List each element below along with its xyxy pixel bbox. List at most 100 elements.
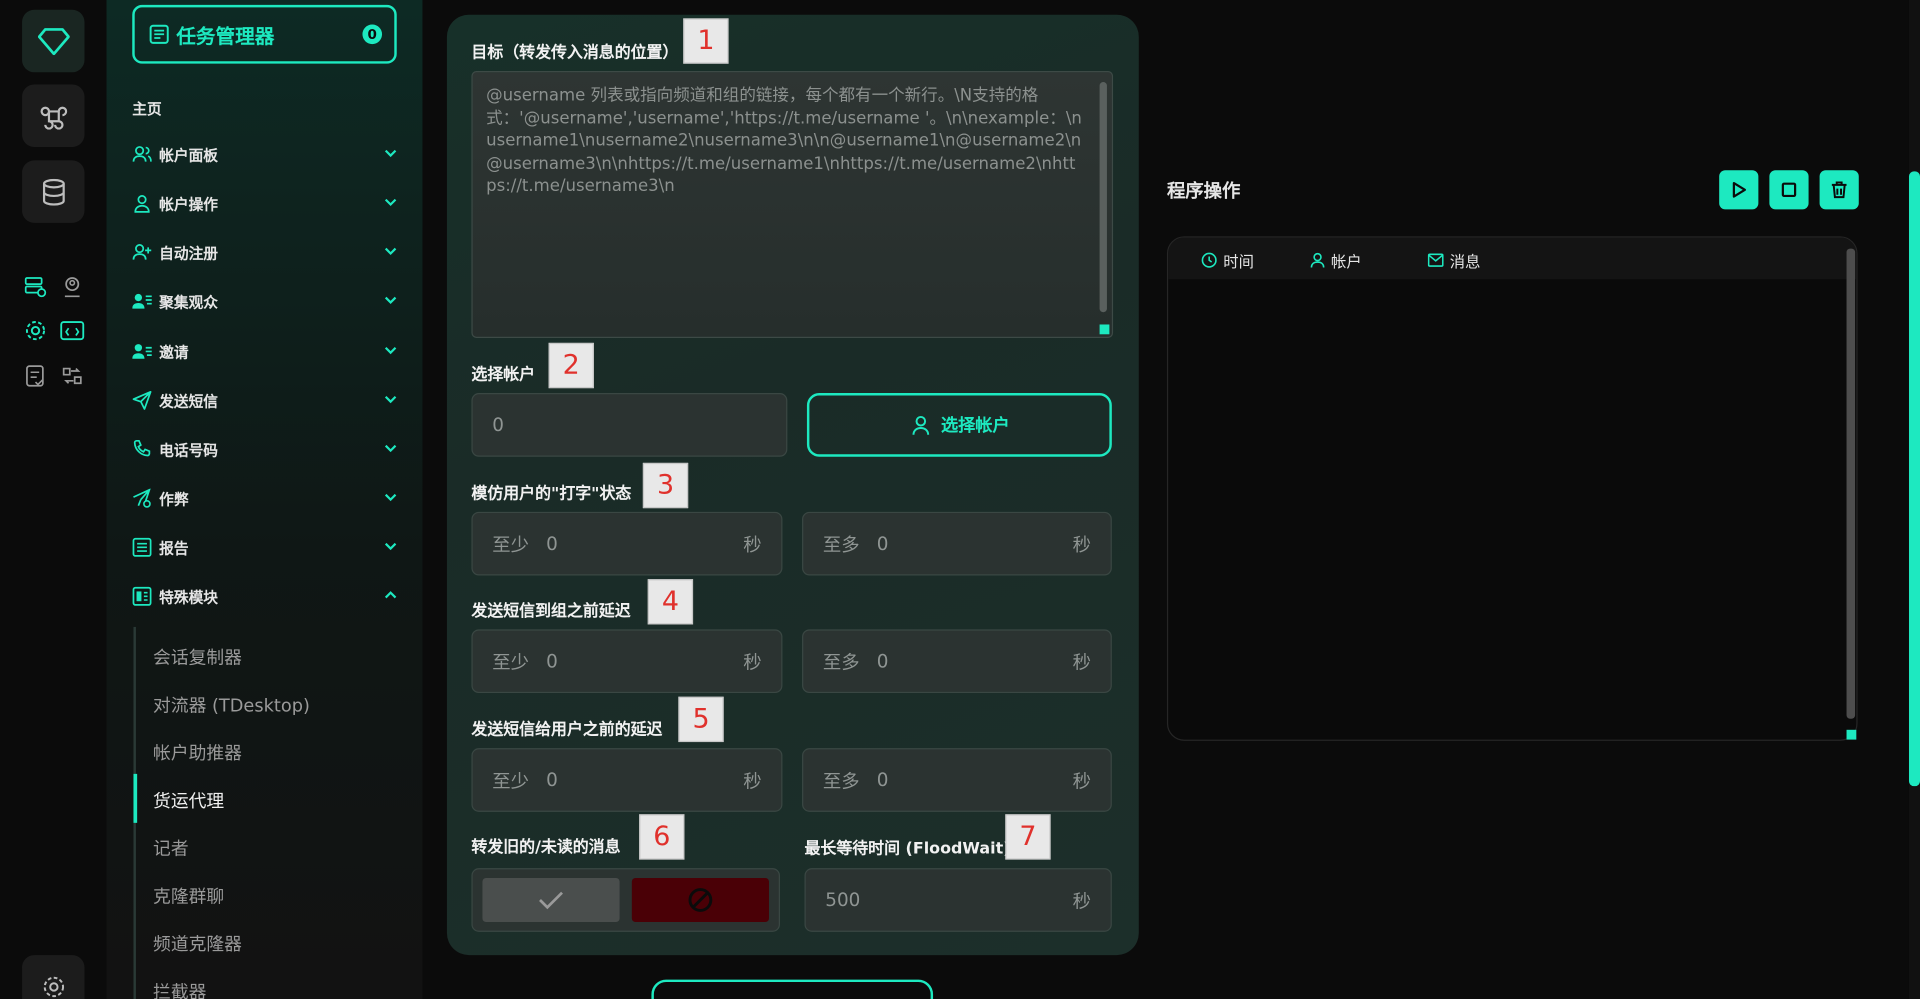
nav-label: 帐户操作 [159,195,218,213]
nav-item-report[interactable]: 报告 [132,533,399,562]
send-gear-icon [132,488,152,509]
start-button[interactable] [651,979,934,999]
accounts-count-input[interactable]: 0 [471,393,788,457]
nav-label: 聚集观众 [159,293,218,311]
user-pin-icon[interactable] [59,273,86,300]
annotation-badge-4: 4 [647,579,694,625]
flood-wait-input[interactable]: 500 秒 [804,868,1112,932]
chevron-down-icon [384,296,397,305]
forwarder-form-panel: 目标（转发传入消息的位置） 1 @username 列表或指向频道和组的链接，每… [446,14,1139,956]
textarea-resize-handle[interactable] [1099,324,1110,335]
max-value: 0 [876,768,889,792]
submenu-item-session-copier[interactable]: 会话复制器 [153,644,242,670]
unit-seconds: 秒 [1072,890,1092,913]
nav-item-cheat[interactable]: 作弊 [132,484,399,513]
nav-item-auto-register[interactable]: 自动注册 [132,238,399,267]
settings-gear-icon [43,976,64,997]
nav-label: 邀请 [159,343,189,361]
nav-home[interactable]: 主页 [132,98,161,119]
column-message[interactable]: 消息 [1427,249,1481,272]
mail-icon [1427,253,1444,267]
annotation-badge-2: 2 [548,342,594,389]
annotation-badge-7: 7 [1005,814,1051,860]
code-window-icon[interactable] [59,317,86,344]
submenu-item-interceptor[interactable]: 拦截器 [153,978,206,999]
clear-button[interactable] [1819,170,1859,210]
chevron-down-icon [384,247,397,256]
column-message-label: 消息 [1449,252,1481,271]
diamond-icon [37,27,70,55]
chevron-down-icon [384,198,397,207]
task-manager-button[interactable]: 任务管理器 0 [132,4,397,64]
play-icon [1732,181,1747,198]
accounts-label: 选择帐户 [471,366,536,385]
nav-item-invite[interactable]: 邀请 [132,337,399,366]
user-delay-max-input[interactable]: 至多 0 秒 [802,748,1112,812]
nav-label: 自动注册 [159,244,218,262]
log-resize-handle[interactable] [1846,729,1857,740]
users-list-icon [132,291,152,311]
trash-icon [1831,181,1847,199]
command-icon-button[interactable] [22,84,85,147]
flood-wait-label: 最长等待时间 (FloodWait) [804,840,1011,859]
diamond-icon-button[interactable] [22,9,85,73]
typing-max-input[interactable]: 至多 0 秒 [802,511,1112,576]
log-scrollbar[interactable] [1846,248,1856,719]
max-prefix: 至多 [822,533,860,556]
user-icon [911,415,929,435]
min-value: 0 [546,650,558,673]
sidebar: 任务管理器 0 主页 帐户面板 帐户操作 自动注册 聚集观众 邀请 发送短信 电… [106,0,423,999]
chevron-up-icon [384,591,397,599]
nav-item-phone-numbers[interactable]: 电话号码 [132,435,399,464]
stop-button[interactable] [1769,170,1809,210]
column-time[interactable]: 时间 [1201,249,1254,272]
max-prefix: 至多 [822,650,860,673]
task-manager-icon [149,24,169,44]
select-accounts-button[interactable]: 选择帐户 [806,393,1112,457]
toggle-yes-button[interactable] [482,877,620,923]
submenu-item-reporter[interactable]: 记者 [153,835,189,861]
chevron-down-icon [384,493,397,502]
textarea-scrollbar[interactable] [1099,82,1107,313]
check-icon [539,891,563,910]
chevron-down-icon [384,444,397,453]
gear-icon[interactable] [22,317,49,344]
nav-label: 发送短信 [159,392,218,410]
target-textarea[interactable]: @username 列表或指向频道和组的链接，每个都有一个新行。\N支持的格式：… [471,71,1114,338]
transfer-icon[interactable] [59,362,86,389]
toggle-no-button[interactable] [631,877,769,923]
nav-item-account-actions[interactable]: 帐户操作 [132,189,399,218]
annotation-badge-1: 1 [683,18,729,64]
database-icon-button[interactable] [22,160,85,223]
target-label: 目标（转发传入消息的位置） [471,44,679,63]
nav-item-send-sms[interactable]: 发送短信 [132,386,399,415]
nav-item-gather-audience[interactable]: 聚集观众 [132,287,399,316]
typing-min-input[interactable]: 至少 0 秒 [471,511,783,576]
nav-label: 帐户面板 [159,146,218,164]
nav-item-account-panel[interactable]: 帐户面板 [132,140,399,169]
group-delay-min-input[interactable]: 至少 0 秒 [471,629,783,694]
annotation-badge-6: 6 [639,814,685,860]
clock-icon [1201,252,1217,268]
annotation-badge-3: 3 [642,462,689,509]
user-delay-min-input[interactable]: 至少 0 秒 [471,748,783,812]
submenu-item-forwarder[interactable]: 货运代理 [153,787,224,813]
settings-icon-button[interactable] [22,955,85,999]
checklist-icon[interactable] [22,362,49,389]
users-icon [132,144,152,164]
nav-label: 报告 [159,539,189,557]
nav-item-special-modules[interactable]: 特殊模块 [132,582,399,611]
user-delay-label: 发送短信给用户之前的延迟 [471,721,663,740]
submenu-item-converter[interactable]: 对流器 (TDesktop) [153,692,310,718]
submenu-item-channel-cloner[interactable]: 频道克隆器 [153,931,242,957]
submenu-item-clone-group[interactable]: 克隆群聊 [153,883,224,909]
server-settings-icon[interactable] [22,273,49,300]
page-scrollbar-thumb[interactable] [1908,171,1920,787]
column-account[interactable]: 帐户 [1310,249,1362,272]
submenu-item-account-booster[interactable]: 帐户助推器 [153,740,242,766]
group-delay-max-input[interactable]: 至多 0 秒 [802,629,1112,694]
min-value: 0 [546,768,558,792]
user-icon [1310,252,1325,268]
play-button[interactable] [1719,170,1759,210]
forward-old-toggle [471,868,780,932]
